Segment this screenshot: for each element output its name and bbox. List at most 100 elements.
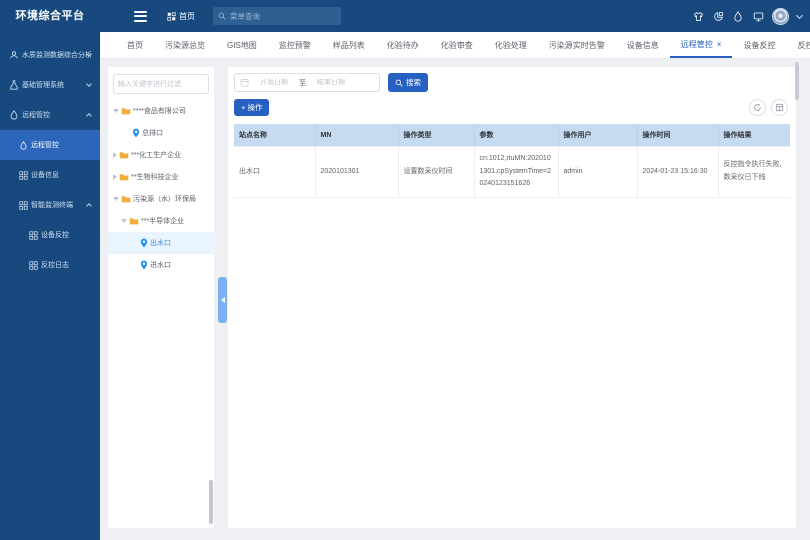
monitor-icon[interactable]	[752, 10, 764, 22]
sidebar-item-smart-terminal-group[interactable]: 智能监测终端	[0, 190, 100, 220]
tree-node-epa-water[interactable]: 污染源（水）环保局	[108, 188, 214, 210]
action-row: + 操作	[234, 99, 790, 116]
tab-sample-list[interactable]: 样品列表	[322, 32, 376, 58]
sidebar-item-device-info[interactable]: 设备信息	[0, 160, 100, 190]
base-management-icon	[9, 80, 19, 90]
water-quality-icon	[9, 50, 19, 60]
date-range-separator: 至	[299, 78, 306, 88]
tab-label: 远程管控	[681, 39, 713, 50]
tree-node-company-food[interactable]: ****食品有限公司	[108, 100, 214, 122]
topbar-icons	[692, 8, 802, 25]
caret-closed-icon[interactable]	[113, 152, 117, 158]
tree-node-company-semiconductor[interactable]: ***半导体企业	[108, 210, 214, 232]
tree-node-label: 出水口	[150, 238, 171, 248]
sidebar-item-base-management[interactable]: 基础管理系统	[0, 70, 100, 100]
grid-icon	[29, 231, 38, 240]
tree-scrollbar-thumb[interactable]	[209, 480, 213, 524]
caret-closed-icon[interactable]	[113, 174, 117, 180]
sidebar-item-remote-control-group[interactable]: 远程管控	[0, 100, 100, 130]
remote-control-icon	[19, 141, 28, 150]
end-date-input[interactable]	[309, 79, 353, 86]
collapse-sidebar-button[interactable]	[134, 11, 147, 22]
caret-open-icon[interactable]	[113, 197, 119, 201]
col-mn: MN	[315, 124, 398, 147]
tab-label: 化验处理	[495, 40, 527, 51]
main-scrollbar-thumb[interactable]	[795, 62, 799, 100]
table-header-row: 站点名称 MN 操作类型 参数 操作用户 操作时间 操作结果	[234, 124, 790, 147]
menu-search-box[interactable]	[213, 7, 341, 25]
sidebar-item-label: 远程管控	[22, 110, 50, 120]
date-range-picker[interactable]: 至	[234, 73, 380, 92]
tab-label: GIS地图	[227, 40, 257, 51]
tab-reverse-control-log[interactable]: 反控日志	[786, 32, 810, 58]
grid-icon	[19, 201, 28, 210]
tab-remote-control[interactable]: 远程管控 ×	[670, 32, 733, 58]
tree-node-company-biotech[interactable]: **生物科技企业	[108, 166, 214, 188]
tab-label: 设备反控	[743, 40, 775, 51]
tab-label: 污染源实时告警	[549, 40, 605, 51]
chevron-down-icon[interactable]	[796, 11, 803, 18]
tab-gis-map[interactable]: GIS地图	[216, 32, 268, 58]
filter-row: 至 搜索	[234, 73, 790, 92]
tree-node-label: ****食品有限公司	[133, 106, 186, 116]
search-button[interactable]: 搜索	[388, 73, 428, 92]
tab-lab-process[interactable]: 化验处理	[484, 32, 538, 58]
sidebar-item-label: 智能监测终端	[31, 200, 73, 210]
col-op-time: 操作时间	[637, 124, 718, 147]
sidebar-item-remote-control[interactable]: 远程管控	[0, 130, 100, 160]
col-op-type: 操作类型	[398, 124, 474, 147]
col-op-result: 操作结果	[718, 124, 790, 147]
tab-monitor-warning[interactable]: 监控预警	[268, 32, 322, 58]
grid-icon	[29, 261, 38, 270]
tab-label: 监控预警	[279, 40, 311, 51]
close-tab-icon[interactable]: ×	[717, 40, 722, 49]
column-settings-button[interactable]	[771, 99, 788, 116]
tab-label: 污染源总览	[165, 40, 205, 51]
tab-device-info[interactable]: 设备信息	[616, 32, 670, 58]
tab-lab-todo[interactable]: 化验待办	[376, 32, 430, 58]
start-date-input[interactable]	[252, 79, 296, 86]
tab-label: 反控日志	[797, 40, 810, 51]
sidebar-item-label: 反控日志	[41, 260, 69, 270]
user-avatar[interactable]	[772, 8, 789, 25]
tree-node-outlet[interactable]: 出水口	[108, 232, 214, 254]
col-op-user: 操作用户	[558, 124, 637, 147]
tree-node-main-outlet[interactable]: 总排口	[108, 122, 214, 144]
calendar-icon	[240, 78, 249, 87]
caret-open-icon[interactable]	[121, 219, 127, 223]
tree-filter-input[interactable]	[113, 74, 209, 94]
column-settings-icon	[775, 103, 784, 112]
grid-icon	[19, 171, 28, 180]
refresh-button[interactable]	[749, 99, 766, 116]
sidebar-item-label: 水质监测数据综合分析	[22, 50, 92, 60]
sidebar-item-device-reverse-control[interactable]: 设备反控	[0, 220, 100, 250]
menu-search-input[interactable]	[230, 12, 336, 21]
tree-node-company-chemical[interactable]: ***化工生产企业	[108, 144, 214, 166]
folder-icon	[121, 195, 131, 203]
tab-lab-review[interactable]: 化验审查	[430, 32, 484, 58]
tree-node-inlet[interactable]: 进水口	[108, 254, 214, 276]
collapse-arrow-icon	[221, 297, 225, 303]
caret-open-icon[interactable]	[113, 109, 119, 113]
theme-shirt-icon[interactable]	[692, 10, 704, 22]
search-icon	[218, 12, 226, 20]
sidebar: 环境综合平台 水质监测数据综合分析 基础管理系统 远程管控 远程管控	[0, 0, 100, 540]
tab-bar: 首页 污染源总览 GIS地图 监控预警 样品列表 化验待办 化验审查 化验处理 …	[100, 32, 810, 59]
pin-icon	[132, 128, 140, 138]
site-tree-panel: ****食品有限公司 总排口 ***化工生产企业 **生物科技企业 污染源（水）	[108, 67, 214, 528]
sidebar-item-reverse-control-log[interactable]: 反控日志	[0, 250, 100, 280]
operate-button[interactable]: + 操作	[234, 99, 269, 116]
tab-device-reverse-control[interactable]: 设备反控	[732, 32, 786, 58]
tab-realtime-alarm[interactable]: 污染源实时告警	[538, 32, 616, 58]
tab-pollution-overview[interactable]: 污染源总览	[154, 32, 216, 58]
pie-chart-icon[interactable]	[712, 10, 724, 22]
home-grid-icon	[167, 12, 176, 21]
collapse-tree-handle[interactable]	[218, 277, 227, 323]
cell-op-result: 反控指令执行失败,数采仪已下线	[718, 147, 790, 198]
flame-icon[interactable]	[732, 10, 744, 22]
table-tools	[749, 99, 788, 116]
tab-home[interactable]: 首页	[116, 32, 154, 58]
sidebar-item-water-quality-analysis[interactable]: 水质监测数据综合分析	[0, 40, 100, 70]
sidebar-menu: 水质监测数据综合分析 基础管理系统 远程管控 远程管控 设备信息	[0, 32, 100, 280]
breadcrumb-home[interactable]: 首页	[167, 11, 195, 22]
